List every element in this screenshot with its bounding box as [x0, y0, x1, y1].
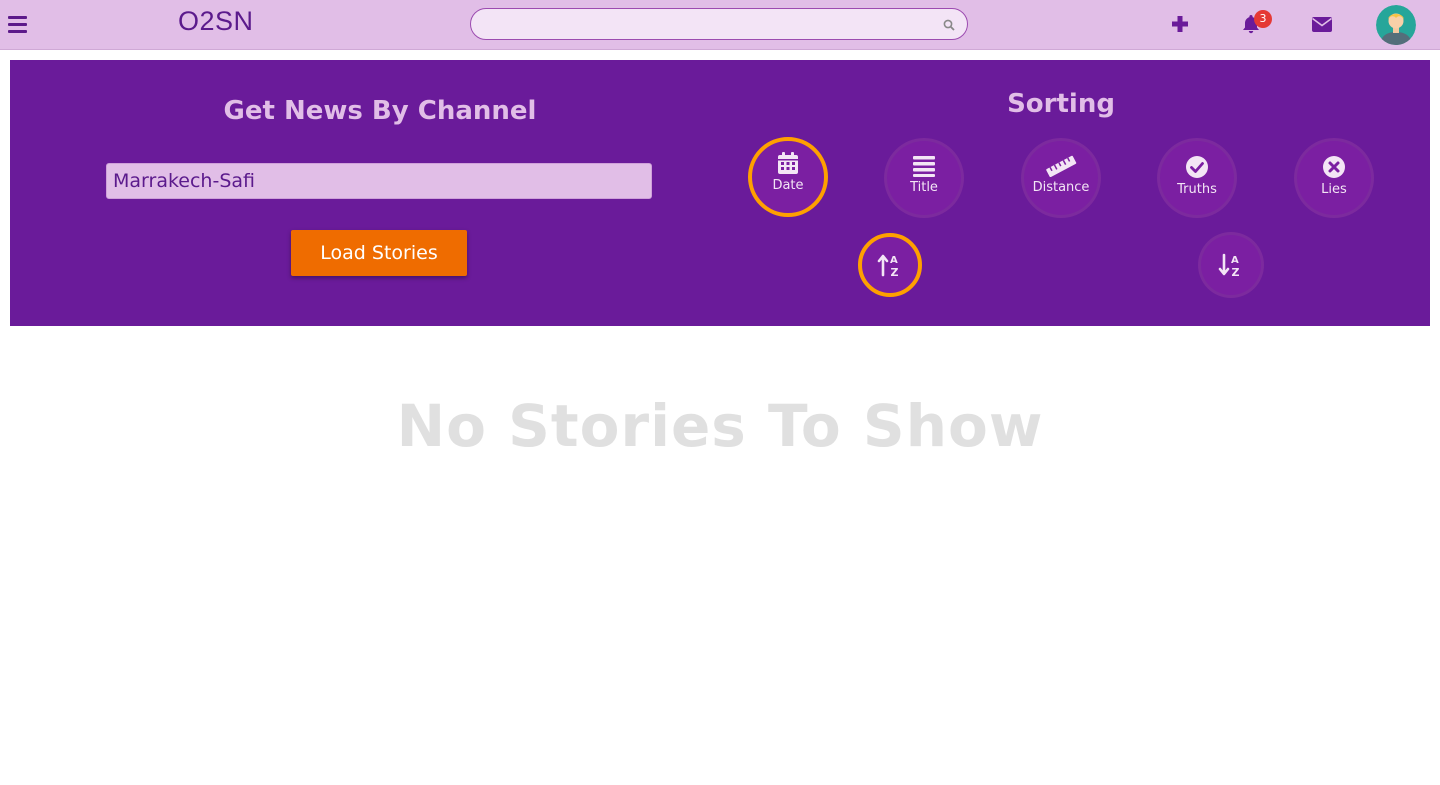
sort-distance-button[interactable]: Distance	[1024, 141, 1098, 215]
ruler-icon	[1046, 155, 1077, 177]
top-navbar: O2SN 3	[0, 0, 1440, 50]
svg-text:A: A	[890, 255, 898, 266]
sort-label-title: Title	[910, 180, 938, 195]
svg-text:A: A	[1231, 255, 1239, 266]
list-icon	[913, 156, 935, 177]
calendar-icon	[778, 152, 798, 174]
plus-icon[interactable]	[1169, 13, 1191, 35]
sort-truths-button[interactable]: Truths	[1160, 141, 1234, 215]
sort-date-button[interactable]: Date	[748, 137, 828, 217]
channel-input[interactable]	[106, 163, 652, 199]
channel-title: Get News By Channel	[223, 96, 537, 126]
sort-ascending-button[interactable]: A Z	[858, 233, 922, 297]
sort-alpha-down-icon: A Z	[1218, 253, 1240, 278]
search-bar[interactable]	[470, 8, 968, 40]
avatar[interactable]	[1376, 5, 1416, 45]
sort-alpha-up-icon: A Z	[877, 254, 899, 278]
load-stories-button[interactable]: Load Stories	[291, 230, 467, 276]
envelope-icon[interactable]	[1311, 13, 1333, 35]
menu-icon[interactable]	[8, 16, 27, 33]
empty-state-message: No Stories To Show	[396, 392, 1044, 460]
times-circle-icon	[1323, 156, 1345, 178]
sorting-title: Sorting	[1007, 89, 1115, 119]
sort-lies-button[interactable]: Lies	[1297, 141, 1371, 215]
sort-label-distance: Distance	[1032, 180, 1090, 195]
sort-label-lies: Lies	[1321, 182, 1347, 197]
sort-descending-button[interactable]: A Z	[1201, 235, 1261, 295]
filter-sort-panel: Get News By Channel Load Stories Sorting…	[10, 60, 1430, 326]
sort-label-date: Date	[772, 178, 804, 193]
sort-title-button[interactable]: Title	[887, 141, 961, 215]
sort-label-truths: Truths	[1177, 182, 1217, 197]
logo[interactable]: O2SN	[178, 6, 254, 37]
svg-text:Z: Z	[1232, 266, 1240, 278]
check-circle-icon	[1186, 156, 1208, 178]
search-icon[interactable]	[943, 19, 955, 31]
search-input[interactable]	[485, 15, 929, 35]
svg-text:Z: Z	[891, 266, 899, 278]
notification-badge: 3	[1254, 10, 1272, 28]
